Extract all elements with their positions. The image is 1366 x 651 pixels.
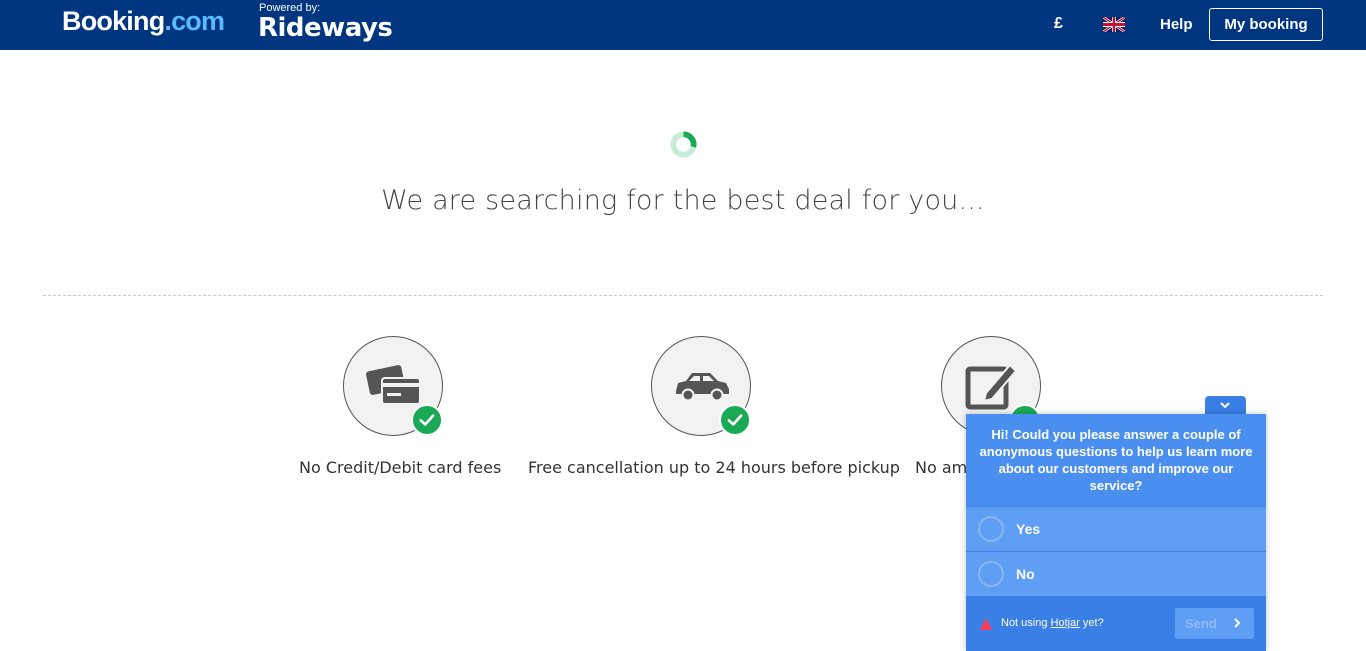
searching-heading: We are searching for the best deal for y…	[381, 185, 985, 216]
top-header: Booking.com Powered by: Rideways £ Help …	[0, 0, 1366, 50]
survey-option-no[interactable]: No	[966, 551, 1266, 596]
help-link[interactable]: Help	[1160, 16, 1193, 33]
uk-flag-icon[interactable]	[1103, 17, 1125, 32]
car-icon	[676, 373, 729, 402]
edit-icon	[965, 363, 1018, 410]
booking-logo[interactable]: Booking.com	[62, 6, 225, 37]
hotjar-link[interactable]: Hotjar	[1051, 617, 1080, 629]
my-booking-button[interactable]: My booking	[1209, 8, 1323, 41]
radio-button[interactable]	[978, 516, 1004, 542]
check-icon	[411, 404, 443, 436]
chevron-down-icon	[1220, 402, 1230, 409]
send-label: Send	[1185, 616, 1217, 631]
survey-footer: Not using Hotjar yet? Send	[966, 596, 1266, 651]
send-button[interactable]: Send	[1175, 608, 1254, 639]
check-icon	[719, 404, 751, 436]
rideways-logo[interactable]: Rideways	[258, 13, 393, 43]
survey-option-yes[interactable]: Yes	[966, 506, 1266, 551]
spinner-icon	[670, 131, 697, 158]
survey-collapse-toggle[interactable]	[1205, 396, 1246, 416]
survey-question: Hi! Could you please answer a couple of …	[979, 427, 1253, 493]
hotjar-logo-icon	[980, 618, 992, 630]
chevron-right-icon	[1234, 618, 1241, 628]
survey-option-label: Yes	[1016, 521, 1041, 537]
feedback-survey-widget: Hi! Could you please answer a couple of …	[966, 414, 1266, 651]
credit-card-icon	[366, 365, 421, 405]
section-divider	[43, 295, 1323, 296]
survey-option-label: No	[1016, 566, 1035, 582]
feature-label-card-fees: No Credit/Debit card fees	[299, 458, 502, 477]
radio-button[interactable]	[978, 561, 1004, 587]
currency-selector[interactable]: £	[1054, 15, 1063, 33]
feature-label-free-cancellation: Free cancellation up to 24 hours before …	[528, 458, 900, 477]
hotjar-promo-text: Not using Hotjar yet?	[1001, 617, 1104, 629]
